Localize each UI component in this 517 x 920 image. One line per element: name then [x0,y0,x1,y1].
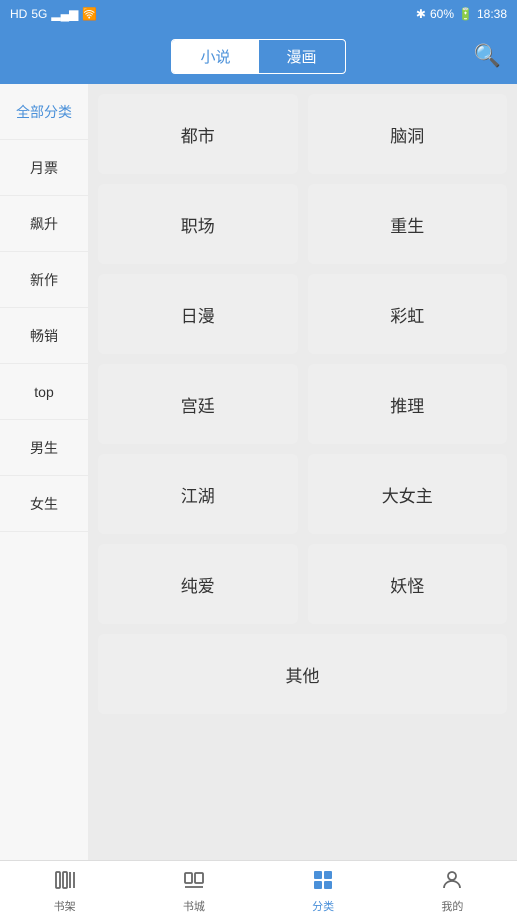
category-label-caihong: 彩虹 [390,302,424,327]
category-gongting[interactable]: 宫廷 [98,364,298,444]
novel-tab[interactable]: 小说 [172,40,258,73]
category-label-danvzhu: 大女主 [382,482,433,507]
sidebar-label-all: 全部分类 [16,102,72,122]
nav-category[interactable]: 分类 [259,861,388,920]
bottom-nav: 书架 书城 分类 我的 [0,860,517,920]
sidebar-label-top: top [34,384,53,400]
status-bar: HD 5G ▂▄▆ 🛜 ✱ 60% 🔋 18:38 [0,0,517,28]
category-caihong[interactable]: 彩虹 [308,274,508,354]
sidebar-label-new: 新作 [30,270,58,290]
sidebar-item-bestseller[interactable]: 畅销 [0,308,88,364]
network-icon: HD [10,7,27,21]
category-qita[interactable]: 其他 [98,634,507,714]
category-label-yaoguai: 妖怪 [390,572,424,597]
signal-bars: ▂▄▆ [51,7,78,21]
manga-tab[interactable]: 漫画 [259,40,345,73]
category-label-chunai: 纯爱 [181,572,215,597]
bookcity-icon [182,868,206,896]
time-display: 18:38 [477,7,507,21]
sidebar-label-rising: 飙升 [30,214,58,234]
header: 小说 漫画 🔍 [0,28,517,84]
category-jianghu[interactable]: 江湖 [98,454,298,534]
category-label-naodong: 脑洞 [390,122,424,147]
nav-profile[interactable]: 我的 [388,861,517,920]
category-label-gongting: 宫廷 [181,392,215,417]
category-dushi[interactable]: 都市 [98,94,298,174]
category-chongsheng[interactable]: 重生 [308,184,508,264]
nav-profile-label: 我的 [441,898,463,914]
bluetooth-icon: ✱ [416,7,426,21]
nav-bookcity-label: 书城 [183,898,205,914]
sidebar-item-all[interactable]: 全部分类 [0,84,88,140]
sidebar-label-female: 女生 [30,494,58,514]
category-tuili[interactable]: 推理 [308,364,508,444]
category-label-qita: 其他 [286,662,320,687]
sidebar-item-rising[interactable]: 飙升 [0,196,88,252]
profile-icon [440,868,464,896]
category-zhichang[interactable]: 职场 [98,184,298,264]
category-label-tuili: 推理 [390,392,424,417]
nav-category-label: 分类 [312,898,334,914]
search-icon: 🔍 [474,43,501,68]
category-riman[interactable]: 日漫 [98,274,298,354]
category-yaoguai[interactable]: 妖怪 [308,544,508,624]
category-label-chongsheng: 重生 [390,212,424,237]
category-chunai[interactable]: 纯爱 [98,544,298,624]
category-danvzhu[interactable]: 大女主 [308,454,508,534]
category-naodong[interactable]: 脑洞 [308,94,508,174]
nav-bookshelf[interactable]: 书架 [0,861,129,920]
status-left: HD 5G ▂▄▆ 🛜 [10,7,97,21]
sidebar-label-bestseller: 畅销 [30,326,58,346]
wifi-icon: 🛜 [82,7,97,21]
category-label-riman: 日漫 [181,302,215,327]
battery-icon: 🔋 [458,7,473,21]
sidebar-label-monthly: 月票 [30,158,58,178]
status-right: ✱ 60% 🔋 18:38 [416,7,507,21]
battery-percent: 60% [430,7,454,21]
sidebar-item-new[interactable]: 新作 [0,252,88,308]
category-icon [311,868,335,896]
nav-bookcity[interactable]: 书城 [129,861,258,920]
sidebar-item-top[interactable]: top [0,364,88,420]
category-label-jianghu: 江湖 [181,482,215,507]
sidebar-label-male: 男生 [30,438,58,458]
main-content: 全部分类 月票 飙升 新作 畅销 top 男生 女生 都市 脑洞 [0,84,517,860]
category-label-dushi: 都市 [181,122,215,147]
sidebar-item-male[interactable]: 男生 [0,420,88,476]
search-button[interactable]: 🔍 [474,43,501,69]
sidebar: 全部分类 月票 飙升 新作 畅销 top 男生 女生 [0,84,88,860]
sidebar-item-monthly[interactable]: 月票 [0,140,88,196]
signal-5g: 5G [31,7,47,21]
category-label-zhichang: 职场 [181,212,215,237]
nav-bookshelf-label: 书架 [54,898,76,914]
sidebar-item-female[interactable]: 女生 [0,476,88,532]
category-grid: 都市 脑洞 职场 重生 日漫 彩虹 宫廷 推理 江湖 大女主 纯爱 [88,84,517,860]
content-type-toggle[interactable]: 小说 漫画 [171,39,345,74]
bookshelf-icon [53,868,77,896]
